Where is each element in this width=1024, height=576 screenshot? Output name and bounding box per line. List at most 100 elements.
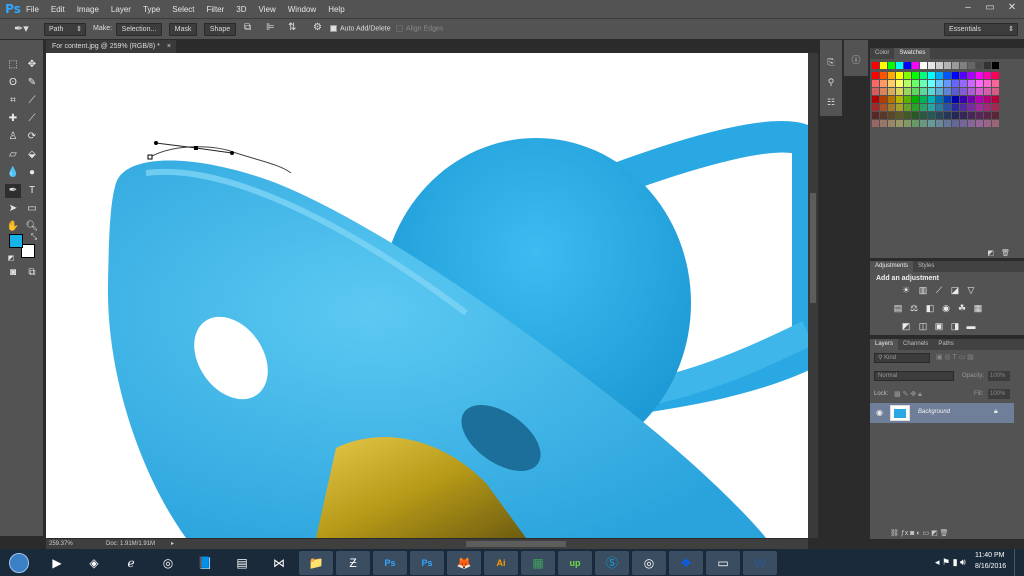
selective-color-icon[interactable]: ◨ (949, 321, 961, 331)
tab-styles[interactable]: Styles (913, 261, 939, 272)
lasso-tool-icon[interactable]: ʘ (5, 76, 21, 90)
menu-window[interactable]: Window (288, 5, 316, 14)
taskbar-filezilla-icon[interactable]: Ƶ (336, 551, 370, 575)
swatch[interactable] (952, 80, 959, 87)
channel-mixer-icon[interactable]: ☘ (956, 303, 968, 313)
menu-file[interactable]: File (26, 5, 39, 14)
taskbar-remote-desktop-icon[interactable]: ▭ (706, 551, 740, 575)
move-tool-icon[interactable]: ✥ (24, 58, 40, 72)
marquee-tool-icon[interactable]: ⬚ (5, 58, 21, 72)
quick-selection-tool-icon[interactable]: ✎ (24, 76, 40, 90)
swatch[interactable] (952, 120, 959, 127)
eye-icon[interactable]: ◉ (876, 408, 883, 417)
swatch[interactable] (888, 120, 895, 127)
blur-tool-icon[interactable]: 💧 (5, 166, 21, 180)
tab-paths[interactable]: Paths (933, 339, 958, 350)
clock-date[interactable]: 8/16/2016 (975, 563, 1006, 570)
swatch[interactable] (960, 88, 967, 95)
swatch[interactable] (888, 72, 895, 79)
vibrance-icon[interactable]: ▽ (965, 285, 977, 295)
info-panel-icon[interactable]: ⓘ (849, 54, 863, 66)
taskbar-winamp-icon[interactable]: ◈ (77, 551, 111, 575)
anchor-point[interactable] (194, 146, 198, 150)
swatch[interactable] (920, 72, 927, 79)
swatch[interactable] (928, 88, 935, 95)
clone-stamp-tool-icon[interactable]: ♙ (5, 130, 21, 144)
swatch[interactable] (968, 112, 975, 119)
swatch[interactable] (968, 62, 975, 69)
swatch[interactable] (976, 62, 983, 69)
menu-3d[interactable]: 3D (236, 5, 246, 14)
swatch[interactable] (896, 80, 903, 87)
crop-tool-icon[interactable]: ⌗ (5, 94, 21, 108)
swatch[interactable] (872, 80, 879, 87)
swatch[interactable] (896, 72, 903, 79)
menu-view[interactable]: View (259, 5, 276, 14)
taskbar-internet-explorer-icon[interactable]: ℯ (114, 551, 148, 575)
swatch[interactable] (872, 96, 879, 103)
tab-swatches[interactable]: Swatches (894, 48, 931, 59)
swatch[interactable] (928, 62, 935, 69)
opacity-input[interactable]: 100% (988, 371, 1010, 381)
swatch[interactable] (992, 88, 999, 95)
swatch[interactable] (944, 120, 951, 127)
menu-layer[interactable]: Layer (111, 5, 131, 14)
swatch[interactable] (944, 88, 951, 95)
swatch[interactable] (888, 96, 895, 103)
swatch[interactable] (912, 88, 919, 95)
swatch[interactable] (944, 80, 951, 87)
taskbar-folder-icon[interactable]: 📁 (299, 551, 333, 575)
swatch[interactable] (960, 112, 967, 119)
fill-input[interactable]: 100% (988, 389, 1010, 399)
swatch[interactable] (984, 112, 991, 119)
swatch[interactable] (960, 120, 967, 127)
swatch[interactable] (952, 88, 959, 95)
tab-channels[interactable]: Channels (898, 339, 933, 350)
swatch[interactable] (904, 62, 911, 69)
mask-button[interactable]: Mask (169, 23, 197, 36)
maximize-button[interactable]: ▭ (980, 1, 1000, 15)
healing-brush-tool-icon[interactable]: ✚ (5, 112, 21, 126)
taskbar-firefox-icon[interactable]: 🦊 (447, 551, 481, 575)
swatch[interactable] (920, 80, 927, 87)
swatch[interactable] (920, 104, 927, 111)
swatch[interactable] (944, 72, 951, 79)
swatch[interactable] (936, 96, 943, 103)
threshold-icon[interactable]: ▣ (933, 321, 945, 331)
swatch[interactable] (968, 96, 975, 103)
exposure-icon[interactable]: ◪ (949, 285, 961, 295)
eraser-tool-icon[interactable]: ▱ (5, 148, 21, 162)
quick-mask-icon[interactable]: ◙ (5, 266, 21, 280)
swatch[interactable] (896, 62, 903, 69)
background-color-swatch[interactable] (21, 244, 35, 258)
swatch[interactable] (912, 96, 919, 103)
swatch[interactable] (944, 104, 951, 111)
swatch[interactable] (960, 62, 967, 69)
tab-layers[interactable]: Layers (870, 339, 899, 350)
taskbar-visual-studio-icon[interactable]: ⋈ (262, 551, 296, 575)
swatch[interactable] (992, 112, 999, 119)
swatch[interactable] (976, 72, 983, 79)
path-alignment-icon[interactable]: ⊫ (266, 22, 275, 33)
direction-handle[interactable] (154, 141, 158, 145)
invert-icon[interactable]: ◩ (900, 321, 912, 331)
swatch[interactable] (984, 62, 991, 69)
color-balance-icon[interactable]: ⚖ (908, 303, 920, 313)
swatch[interactable] (928, 120, 935, 127)
swatch[interactable] (960, 72, 967, 79)
swatch[interactable] (880, 62, 887, 69)
trash-icon[interactable]: 🗑 (1001, 249, 1010, 257)
swatch[interactable] (920, 88, 927, 95)
vertical-scrollbar[interactable] (808, 53, 818, 538)
hand-tool-icon[interactable]: ✋ (5, 220, 21, 234)
swatch[interactable] (920, 62, 927, 69)
swatch[interactable] (984, 72, 991, 79)
document-canvas[interactable] (46, 53, 808, 538)
path-selection-tool-icon[interactable]: ➤ (5, 202, 21, 216)
taskbar-book-icon[interactable]: 📘 (188, 551, 222, 575)
layer-filter-select[interactable]: ⚲ Kind (874, 353, 930, 363)
swatch[interactable] (904, 112, 911, 119)
swatch[interactable] (880, 96, 887, 103)
path-operations-icon[interactable]: ⧉ (244, 22, 251, 33)
taskbar-photoshop-icon[interactable]: Ps (410, 551, 444, 575)
